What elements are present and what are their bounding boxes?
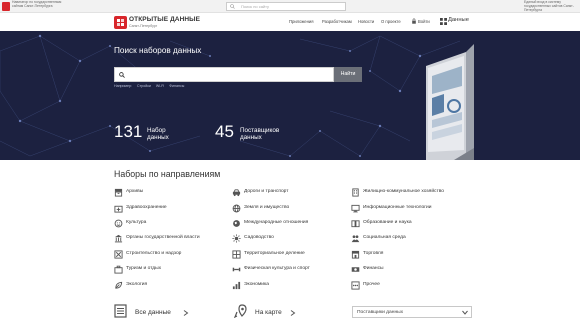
all-data-link[interactable]: Все данные [135,309,171,316]
medical-kit-icon [114,205,123,213]
on-map-link[interactable]: На карте [255,309,282,316]
bar-chart-icon [232,281,241,290]
map-pin-icon [234,304,247,318]
data-menu-label: Данные [448,17,469,23]
nav-about[interactable]: О проекте [381,19,401,24]
sun-icon [232,234,241,243]
car-icon [232,189,241,197]
category-label: Образование и наука [363,220,412,226]
government-building-icon [114,234,123,243]
city-emblem-icon[interactable] [2,2,10,11]
site-header: ОТКРЫТЫЕ ДАННЫЕ Санкт-Петербург Приложен… [0,13,580,31]
category-label: Физическая культура и спорт [244,266,310,272]
logo-emblem-icon [117,19,124,26]
category-label: Территориальное деление [244,251,305,257]
dashboard-monitor-image [426,44,474,160]
chevron-down-icon [462,310,468,315]
logo-subtitle: Санкт-Петербург [129,23,158,28]
more-icon [351,281,360,290]
category-label: Здравоохранение [126,205,167,211]
computer-icon [351,204,360,213]
providers-select[interactable]: Поставщики данных [352,306,472,318]
book-icon [351,220,360,228]
territory-map-icon [232,250,241,259]
tag-link[interactable]: Стройки [137,84,151,88]
grid-menu-icon [440,18,447,25]
theater-icon [114,219,123,228]
archive-icon [114,188,123,197]
category-label: Финансы [363,266,384,272]
world-icon [233,220,240,227]
suitcase-icon [114,265,123,274]
nav-developers[interactable]: Разработчикам [322,19,352,24]
category-label: Туризм и отдых [126,266,162,272]
providers-count: 45 [215,122,234,141]
category-label: Торговля [363,251,384,257]
categories-title: Наборы по направлениям [114,169,221,179]
search-icon [119,72,125,78]
search-tags: Например: Стройки Wi-Fi Финансы [114,84,188,88]
search-icon [230,4,235,9]
arrow-right-icon [183,310,189,316]
datasets-count: 131 [114,122,143,141]
single-login-link[interactable]: Единый вход в систему государственных са… [524,0,578,12]
logo-title[interactable]: ОТКРЫТЫЕ ДАННЫЕ [129,16,200,23]
hero-title: Поиск наборов данных [114,46,202,55]
category-label: Социальная среда [363,235,406,241]
top-strip: Навигатор по государственным сайтам Санк… [0,0,580,13]
document-list-icon [114,304,127,318]
category-label: Жилищно-коммунальное хозяйство [363,189,444,195]
category-label: Земля и имущество [244,205,290,211]
nav-news[interactable]: Новости [358,19,374,24]
leaf-icon [115,281,123,289]
category-label: Прочее [363,282,380,288]
datasets-label[interactable]: Набор данных [147,127,181,142]
crane-icon [114,250,123,259]
category-label: Экология [126,282,148,288]
logo-icon[interactable] [114,16,127,29]
site-search-placeholder: Поиск по сайту [241,4,270,9]
people-icon [351,235,360,243]
category-label: Информационные технологии [363,205,432,211]
arrow-right-icon [290,310,296,316]
providers-select-value: Поставщики данных [357,309,404,315]
category-label: Международные отношения [244,220,309,226]
lock-icon [412,18,416,24]
category-label: Садоводство [244,235,274,241]
dataset-search-input[interactable] [114,67,334,82]
category-label: Архивы [126,189,144,195]
site-search-input[interactable]: Поиск по сайту [226,2,346,11]
category-label: Дороги и транспорт [244,189,289,195]
search-button[interactable]: Найти [334,67,362,82]
dumbbell-icon [232,267,241,272]
category-label: Экономика [244,282,269,288]
nav-login[interactable]: Войти [418,19,430,24]
money-icon [351,267,360,272]
category-label: Культура [126,220,147,226]
tag-link[interactable]: Финансы [169,84,184,88]
providers-label[interactable]: Поставщиков данных [240,127,292,142]
gov-navigator-link[interactable]: Навигатор по государственным сайтам Санк… [12,0,62,9]
category-label: Органы государственной власти [126,235,200,241]
apartment-building-icon [352,188,359,197]
tags-prefix: Например: [114,84,133,88]
hero-banner: Поиск наборов данных Найти Например: Стр… [0,31,580,160]
tag-link[interactable]: Wi-Fi [156,84,164,88]
globe-icon [232,204,241,213]
store-icon [351,250,360,259]
category-label: Строительство и надзор [126,251,182,257]
nav-apps[interactable]: Приложения [289,19,314,24]
